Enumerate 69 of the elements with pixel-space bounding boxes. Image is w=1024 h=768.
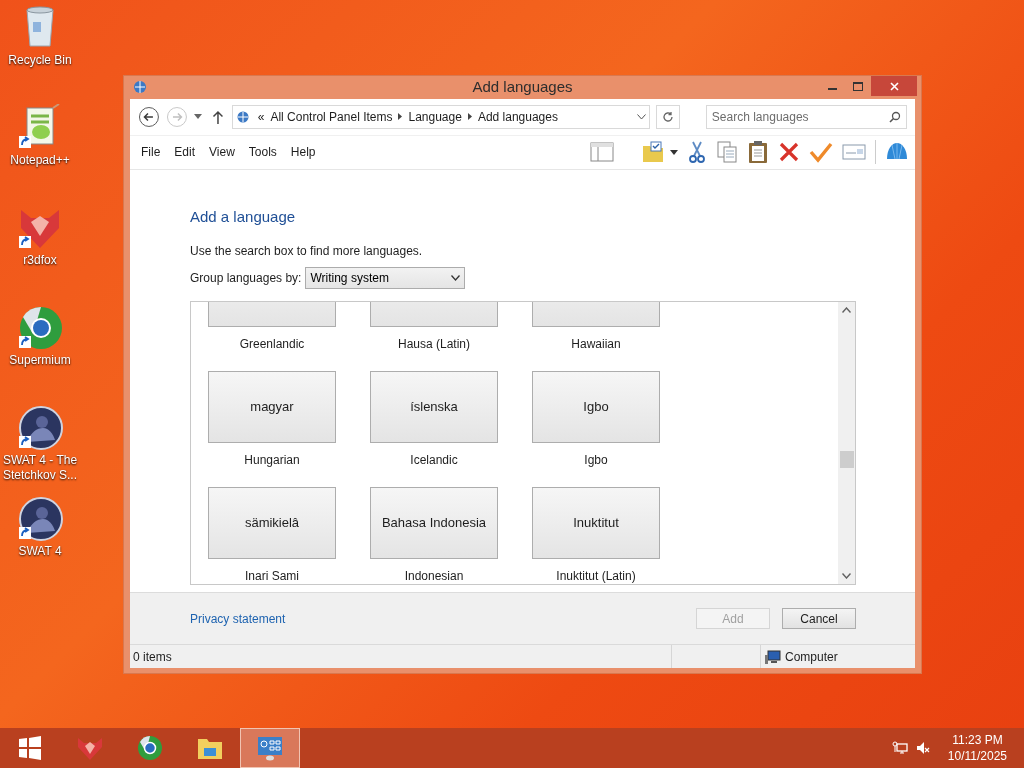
scroll-up-icon[interactable] [842, 307, 851, 314]
language-name: Inari Sami [245, 568, 299, 585]
computer-icon [765, 649, 781, 664]
menu-item[interactable]: Edit [167, 141, 203, 164]
network-icon[interactable] [891, 741, 908, 755]
search-field[interactable]: Search languages [711, 107, 889, 126]
delete-icon[interactable] [778, 141, 800, 164]
page-heading: Add a language [190, 206, 297, 227]
breadcrumb-arrow-icon[interactable] [398, 113, 403, 121]
language-tile[interactable]: Inuktitut [532, 487, 660, 560]
breadcrumb[interactable]: All Control Panel Items [270, 107, 393, 126]
search-icon [889, 110, 901, 123]
chevron-down-icon[interactable] [636, 113, 646, 120]
up-arrow-icon[interactable] [211, 109, 224, 124]
control-panel-icon [257, 735, 283, 761]
language-tile[interactable]: magyar [208, 371, 336, 444]
language-name: Hausa (Latin) [397, 336, 470, 354]
language-tile[interactable]: sämikielâ [208, 487, 336, 560]
menu-item[interactable]: Help [283, 141, 323, 164]
chevron-down-icon [451, 275, 461, 282]
group-by-dropdown[interactable]: Writing system [305, 267, 466, 290]
menu-item[interactable]: Tools [241, 141, 284, 164]
refresh-button[interactable] [655, 104, 680, 129]
clock-time[interactable]: 11:23 PM [952, 732, 1003, 748]
checkmark-icon[interactable] [809, 141, 833, 164]
language-tile[interactable]: Bahasa Indonesia [370, 487, 498, 560]
language-name: Icelandic [410, 452, 458, 470]
breadcrumb[interactable]: Language [408, 107, 462, 126]
address-bar[interactable]: « All Control Panel Items Language Add languages [231, 104, 650, 129]
close-icon [889, 81, 899, 91]
window-title: Add languages [471, 77, 574, 98]
scroll-down-icon[interactable] [842, 573, 851, 580]
fox-icon [77, 735, 103, 761]
cut-icon[interactable] [687, 140, 707, 165]
start-button[interactable] [17, 735, 43, 761]
group-by-label: Group languages by: [190, 270, 302, 288]
browser-icon [137, 735, 163, 761]
browser-icon[interactable] [17, 304, 63, 350]
language-name: Hawaiian [571, 336, 621, 354]
menu-item[interactable]: View [202, 141, 242, 164]
language-name: Greenlandic [239, 336, 305, 354]
paste-icon[interactable] [747, 140, 769, 165]
status-zone: Computer [785, 648, 838, 666]
scrollbar[interactable] [838, 302, 855, 585]
back-button[interactable] [138, 105, 160, 128]
folder-check-icon[interactable] [641, 140, 665, 165]
refresh-icon [661, 110, 674, 123]
path-prefix[interactable]: « [257, 107, 265, 126]
privacy-link[interactable]: Privacy statement [190, 609, 286, 628]
recent-dropdown-icon[interactable] [193, 114, 202, 120]
breadcrumb[interactable]: Add languages [477, 107, 558, 126]
search-box[interactable]: Search languages [705, 104, 907, 129]
language-name: Igbo [584, 452, 608, 470]
cancel-button[interactable]: Cancel [782, 608, 856, 630]
dropdown-arrow-icon[interactable] [670, 149, 678, 155]
instruction-text: Use the search box to find more languages. [190, 243, 424, 261]
language-name: Hungarian [244, 452, 300, 470]
language-name: Indonesian [404, 568, 464, 585]
language-tile[interactable]: íslenska [370, 371, 498, 444]
language-tile[interactable]: Igbo [532, 371, 660, 444]
breadcrumb-arrow-icon[interactable] [467, 113, 472, 121]
language-name: Inuktitut (Latin) [556, 568, 636, 585]
taskbar-button[interactable] [240, 728, 300, 768]
clock-date[interactable]: 10/11/2025 [947, 748, 1007, 764]
scroll-thumb[interactable] [839, 451, 854, 469]
menu-item[interactable]: File [134, 141, 168, 164]
status-item-count: 0 items [132, 648, 173, 666]
muted-speaker-icon[interactable] [915, 741, 930, 755]
close-button[interactable] [871, 76, 917, 96]
